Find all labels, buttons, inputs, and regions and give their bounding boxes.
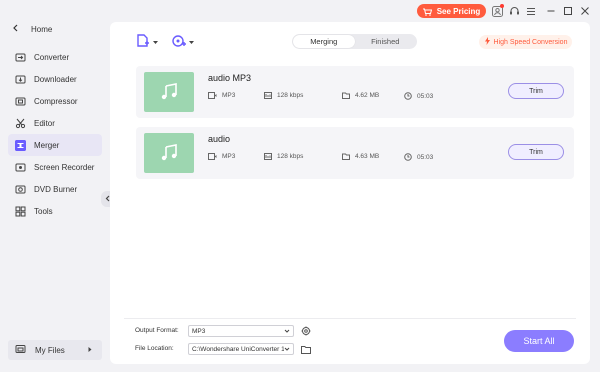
my-files-button[interactable]: My Files — [8, 340, 102, 360]
headset-support-icon[interactable] — [507, 4, 521, 18]
screen-recorder-icon — [15, 162, 26, 173]
sidebar-item-tools[interactable]: Tools — [8, 200, 102, 222]
notification-dot — [500, 4, 504, 8]
sidebar-item-converter[interactable]: Converter — [8, 46, 102, 68]
audio-thumbnail — [144, 72, 194, 112]
file-size: 4.63 MB — [342, 153, 379, 160]
file-title: audio MP3 — [208, 73, 252, 83]
sidebar-item-merger[interactable]: Merger — [8, 134, 102, 156]
sidebar-item-label: Editor — [34, 118, 55, 128]
sidebar-item-label: Compressor — [34, 96, 78, 106]
output-format-value: MP3 — [192, 327, 206, 335]
file-size-icon — [342, 153, 350, 160]
my-files-label: My Files — [35, 345, 65, 355]
add-media-icon — [172, 34, 186, 50]
output-settings-icon[interactable] — [300, 325, 312, 337]
add-files-button[interactable] — [136, 34, 158, 50]
open-folder-icon[interactable] — [300, 343, 312, 355]
home-nav[interactable]: Home — [12, 22, 52, 36]
trim-button[interactable]: Trim — [508, 144, 564, 160]
chevron-left-icon — [105, 195, 110, 204]
sidebar-item-compressor[interactable]: Compressor — [8, 90, 102, 112]
sidebar-nav-list: Converter Downloader Compressor Editor M… — [8, 46, 102, 222]
sidebar: Home Converter Downloader Compressor Edi… — [0, 0, 110, 372]
close-icon[interactable] — [578, 4, 592, 18]
merge-status-tabs: Merging Finished — [292, 34, 417, 49]
chevron-down-icon — [153, 38, 158, 47]
chevron-down-icon — [284, 346, 290, 354]
chevron-down-icon — [189, 38, 194, 47]
video-format-icon — [208, 153, 217, 160]
file-bitrate: 128 kbps — [264, 153, 303, 160]
editor-icon — [15, 118, 26, 129]
sidebar-item-label: Tools — [34, 206, 53, 216]
file-size-icon — [342, 92, 350, 99]
clock-icon — [404, 153, 412, 161]
file-format: MP3 — [208, 92, 235, 99]
account-icon[interactable] — [490, 4, 504, 18]
footer-divider — [124, 318, 576, 319]
sidebar-item-label: DVD Burner — [34, 184, 78, 194]
file-format: MP3 — [208, 153, 235, 160]
bitrate-icon — [264, 92, 272, 99]
file-duration: 05:03 — [404, 153, 433, 161]
sidebar-item-label: Screen Recorder — [34, 162, 95, 172]
high-speed-conversion-button[interactable]: High Speed Conversion — [479, 35, 572, 49]
music-note-icon — [161, 144, 177, 161]
file-location-label: File Location: — [135, 345, 174, 352]
file-location-select[interactable]: C:\Wondershare UniConverter 1 — [188, 343, 294, 355]
sidebar-item-label: Merger — [34, 140, 60, 150]
sidebar-item-label: Converter — [34, 52, 70, 62]
file-item: audio MP3 MP3 128 kbps 4.62 MB 05:03 Tri… — [136, 66, 574, 118]
start-all-button[interactable]: Start All — [504, 330, 574, 352]
downloader-icon — [15, 74, 26, 85]
high-speed-conversion-label: High Speed Conversion — [493, 38, 568, 46]
sidebar-item-downloader[interactable]: Downloader — [8, 68, 102, 90]
merger-toolbar: Merging Finished High Speed Conversion — [110, 22, 590, 62]
music-note-icon — [161, 83, 177, 100]
converter-icon — [15, 52, 26, 63]
file-duration: 05:03 — [404, 92, 433, 100]
home-label: Home — [31, 24, 53, 34]
sidebar-item-label: Downloader — [34, 74, 77, 84]
back-arrow-icon — [12, 24, 19, 34]
folder-icon — [15, 344, 26, 356]
add-file-icon — [136, 34, 150, 50]
tools-icon — [15, 206, 26, 217]
output-format-label: Output Format: — [135, 327, 179, 334]
bitrate-icon — [264, 153, 272, 160]
file-size: 4.62 MB — [342, 92, 379, 99]
add-media-button[interactable] — [172, 34, 194, 50]
see-pricing-label: See Pricing — [436, 6, 481, 16]
compressor-icon — [15, 96, 26, 107]
video-format-icon — [208, 92, 217, 99]
see-pricing-button[interactable]: See Pricing — [417, 4, 486, 18]
file-location-value: C:\Wondershare UniConverter 1 — [192, 345, 284, 353]
file-bitrate: 128 kbps — [264, 92, 303, 99]
menu-icon[interactable] — [524, 4, 538, 18]
minimize-icon[interactable] — [544, 4, 558, 18]
file-item: audio MP3 128 kbps 4.63 MB 05:03 Trim — [136, 127, 574, 179]
tab-merging[interactable]: Merging — [293, 35, 355, 48]
chevron-right-icon — [87, 346, 93, 355]
main-panel: Merging Finished High Speed Conversion a… — [110, 22, 590, 364]
lightning-icon — [484, 37, 491, 47]
tab-finished[interactable]: Finished — [355, 35, 417, 48]
cart-icon — [422, 8, 432, 16]
dvd-burner-icon — [15, 184, 26, 195]
file-title: audio — [208, 134, 231, 144]
sidebar-item-editor[interactable]: Editor — [8, 112, 102, 134]
output-format-select[interactable]: MP3 — [188, 325, 294, 337]
audio-thumbnail — [144, 133, 194, 173]
sidebar-item-dvd-burner[interactable]: DVD Burner — [8, 178, 102, 200]
clock-icon — [404, 92, 412, 100]
chevron-down-icon — [284, 328, 290, 336]
trim-button[interactable]: Trim — [508, 83, 564, 99]
maximize-icon[interactable] — [561, 4, 575, 18]
merger-icon — [15, 139, 26, 151]
sidebar-item-screen-recorder[interactable]: Screen Recorder — [8, 156, 102, 178]
